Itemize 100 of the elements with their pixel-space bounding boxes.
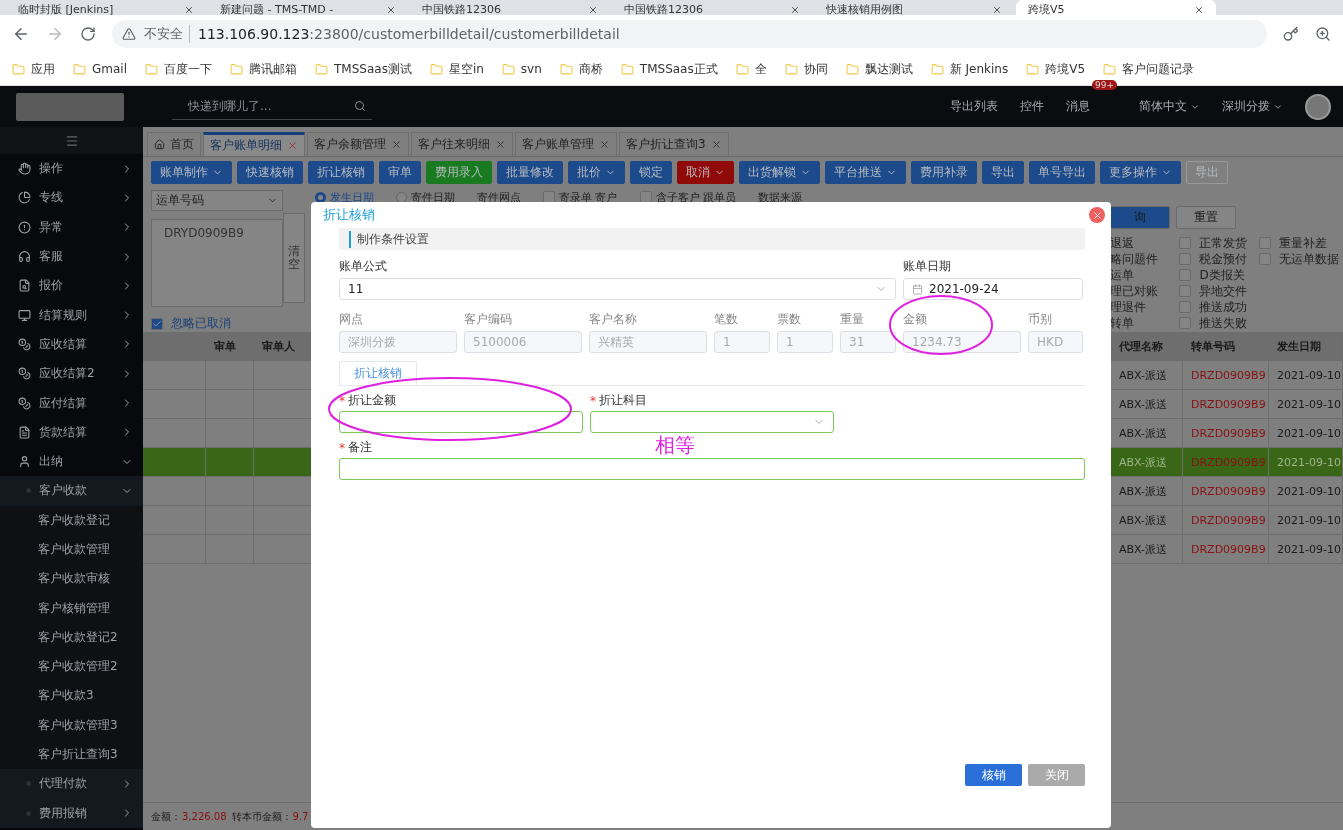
sidebar-item[interactable]: 应付结算 xyxy=(0,388,143,418)
sidebar-item[interactable]: 应收结算 xyxy=(0,329,143,360)
sidebar-item[interactable]: 结算规则 xyxy=(0,300,143,330)
sidebar-item[interactable]: 代理付款 xyxy=(0,769,143,799)
bookmark[interactable]: svn xyxy=(501,62,542,76)
language-dropdown[interactable]: 简体中文 xyxy=(1139,98,1200,115)
toolbar-button[interactable]: 更多操作 xyxy=(1100,161,1181,184)
branch-dropdown[interactable]: 深圳分拨 xyxy=(1222,98,1283,115)
sidebar-item[interactable]: 货款结算 xyxy=(0,417,143,447)
page-tab[interactable]: 客户往来明细 xyxy=(411,132,513,156)
waybill-textarea[interactable]: DRYD0909B9 xyxy=(151,219,283,307)
flag-checkbox[interactable]: 无运单数据 xyxy=(1258,251,1343,267)
input-field[interactable] xyxy=(339,458,1085,480)
flag-checkbox[interactable]: 正常发货 xyxy=(1179,235,1249,251)
sidebar-item[interactable]: 客户收款管理3 xyxy=(0,710,143,740)
sidebar-item[interactable]: 费用报销 xyxy=(0,798,143,828)
sidebar-item[interactable]: 客户收款管理 xyxy=(0,534,143,565)
close-icon[interactable] xyxy=(386,5,396,15)
folder-icon xyxy=(735,62,749,76)
toolbar-button[interactable]: 出货解锁 xyxy=(739,161,820,184)
sidebar-item[interactable]: 客户收款3 xyxy=(0,681,143,711)
flag-checkbox[interactable]: 税金预付 xyxy=(1179,251,1249,267)
field-label: * 折让金额 xyxy=(339,392,397,409)
page-tab[interactable]: 首页 xyxy=(147,132,201,156)
toolbar-button[interactable]: 审单 xyxy=(379,161,421,184)
formula-select[interactable]: 11 xyxy=(339,278,896,300)
sidebar-item[interactable]: 报价 xyxy=(0,271,143,301)
messages-link[interactable]: 消息 xyxy=(1066,98,1090,115)
close-icon[interactable] xyxy=(790,5,800,15)
toolbar-button[interactable]: 导出 xyxy=(982,161,1024,184)
toolbar-button[interactable]: 批价 xyxy=(568,161,625,184)
input-field[interactable] xyxy=(339,411,583,433)
page-tab[interactable]: 客户账单管理 xyxy=(515,132,617,156)
bookmark[interactable]: 飘达测试 xyxy=(845,60,913,78)
flag-checkbox[interactable]: 异地交件 xyxy=(1179,283,1249,299)
avatar[interactable] xyxy=(1305,93,1331,120)
flag-checkbox[interactable]: 推送成功 xyxy=(1179,299,1249,315)
close-icon[interactable] xyxy=(1194,5,1204,15)
reload-icon[interactable] xyxy=(80,26,96,42)
page-tab[interactable]: 客户余额管理 xyxy=(307,132,409,156)
folder-icon xyxy=(930,62,944,76)
close-icon[interactable] xyxy=(184,5,194,15)
bookmark[interactable]: 跨境V5 xyxy=(1026,60,1086,78)
close-icon[interactable] xyxy=(992,5,1002,15)
zoom-icon[interactable] xyxy=(1315,26,1331,42)
toolbar-button[interactable]: 折让核销 xyxy=(308,161,374,184)
flag-checkbox[interactable]: 推送失败 xyxy=(1179,315,1249,331)
sidebar-item[interactable]: 客户收款登记2 xyxy=(0,622,143,653)
bookmark[interactable]: 应用 xyxy=(12,60,55,78)
sidebar-item[interactable]: 出纳 xyxy=(0,446,143,477)
sidebar-item[interactable]: 操作 xyxy=(0,154,143,184)
search-type-select[interactable]: 运单号码 xyxy=(151,190,283,211)
toolbar-button[interactable]: 锁定 xyxy=(630,161,672,184)
close-icon[interactable] xyxy=(588,5,598,15)
bookmark[interactable]: 百度一下 xyxy=(145,60,212,78)
bookmark[interactable]: Gmail xyxy=(73,62,127,76)
toolbar-button[interactable]: 费用补录 xyxy=(911,161,977,184)
header-link[interactable]: 控件 xyxy=(1020,98,1044,115)
bookmark[interactable]: 星空in xyxy=(429,60,484,78)
reset-button[interactable]: 重置 xyxy=(1176,206,1236,229)
sidebar-item[interactable]: 客户收款 xyxy=(0,476,143,506)
bookmark[interactable]: TMSSaas测试 xyxy=(315,60,412,78)
sidebar-item[interactable]: 应收结算2 xyxy=(0,359,143,389)
sidebar-item[interactable]: 客户收款登记 xyxy=(0,505,143,535)
flag-checkbox[interactable]: 重量补差 xyxy=(1258,235,1343,251)
address-bar[interactable]: 不安全 113.106.90.123:23800/customerbilldetail/customerbilldetail xyxy=(112,20,1267,48)
sidebar-item[interactable]: 客户收款管理2 xyxy=(0,652,143,682)
sidebar-item[interactable]: 专线 xyxy=(0,183,143,213)
bookmark[interactable]: 新 Jenkins xyxy=(930,60,1009,78)
page-tab[interactable]: 客户账单明细 xyxy=(203,132,305,156)
dialog-button[interactable]: 核销 xyxy=(965,764,1022,786)
header-link[interactable]: 导出列表 xyxy=(950,98,998,115)
toolbar-button[interactable]: 账单制作 xyxy=(151,161,232,184)
form-tab[interactable]: 折让核销 xyxy=(339,361,417,385)
toolbar-button[interactable]: 取消 xyxy=(677,161,734,184)
bookmark[interactable]: 全 xyxy=(735,60,767,78)
date-field[interactable]: 2021-09-24 xyxy=(903,278,1083,300)
flag-checkbox[interactable]: D类报关 xyxy=(1179,267,1249,283)
bookmark[interactable]: 商桥 xyxy=(559,60,603,78)
bookmark[interactable]: 协同 xyxy=(784,60,828,78)
close-icon[interactable] xyxy=(1089,207,1105,223)
clear-button[interactable]: 清空 xyxy=(283,213,305,303)
sidebar-item[interactable]: 客户核销管理 xyxy=(0,593,143,623)
toolbar-button[interactable]: 批量修改 xyxy=(497,161,563,184)
browser-tab[interactable]: 跨境V5 xyxy=(1016,0,1216,15)
sidebar-item[interactable]: 客服 xyxy=(0,241,143,272)
sidebar-item[interactable]: 客户折让查询3 xyxy=(0,739,143,770)
toolbar-button[interactable]: 单号导出 xyxy=(1029,161,1095,184)
toolbar-button[interactable]: 平台推送 xyxy=(825,161,906,184)
key-icon[interactable] xyxy=(1283,26,1299,42)
folder-icon xyxy=(845,62,859,76)
back-icon[interactable] xyxy=(12,25,30,43)
bookmark[interactable]: TMSSaas正式 xyxy=(620,60,718,78)
bookmark[interactable]: 客户问题记录 xyxy=(1103,60,1195,78)
page-tab[interactable]: 客户折让查询3 xyxy=(619,132,729,156)
search-field[interactable]: 快递到哪儿了... xyxy=(172,93,372,120)
sidebar-item[interactable]: 客户收款审核 xyxy=(0,564,143,594)
toolbar-button[interactable]: 快速核销 xyxy=(237,161,303,184)
bookmark[interactable]: 腾讯邮箱 xyxy=(230,60,297,78)
sidebar-item[interactable]: 异常 xyxy=(0,212,143,242)
